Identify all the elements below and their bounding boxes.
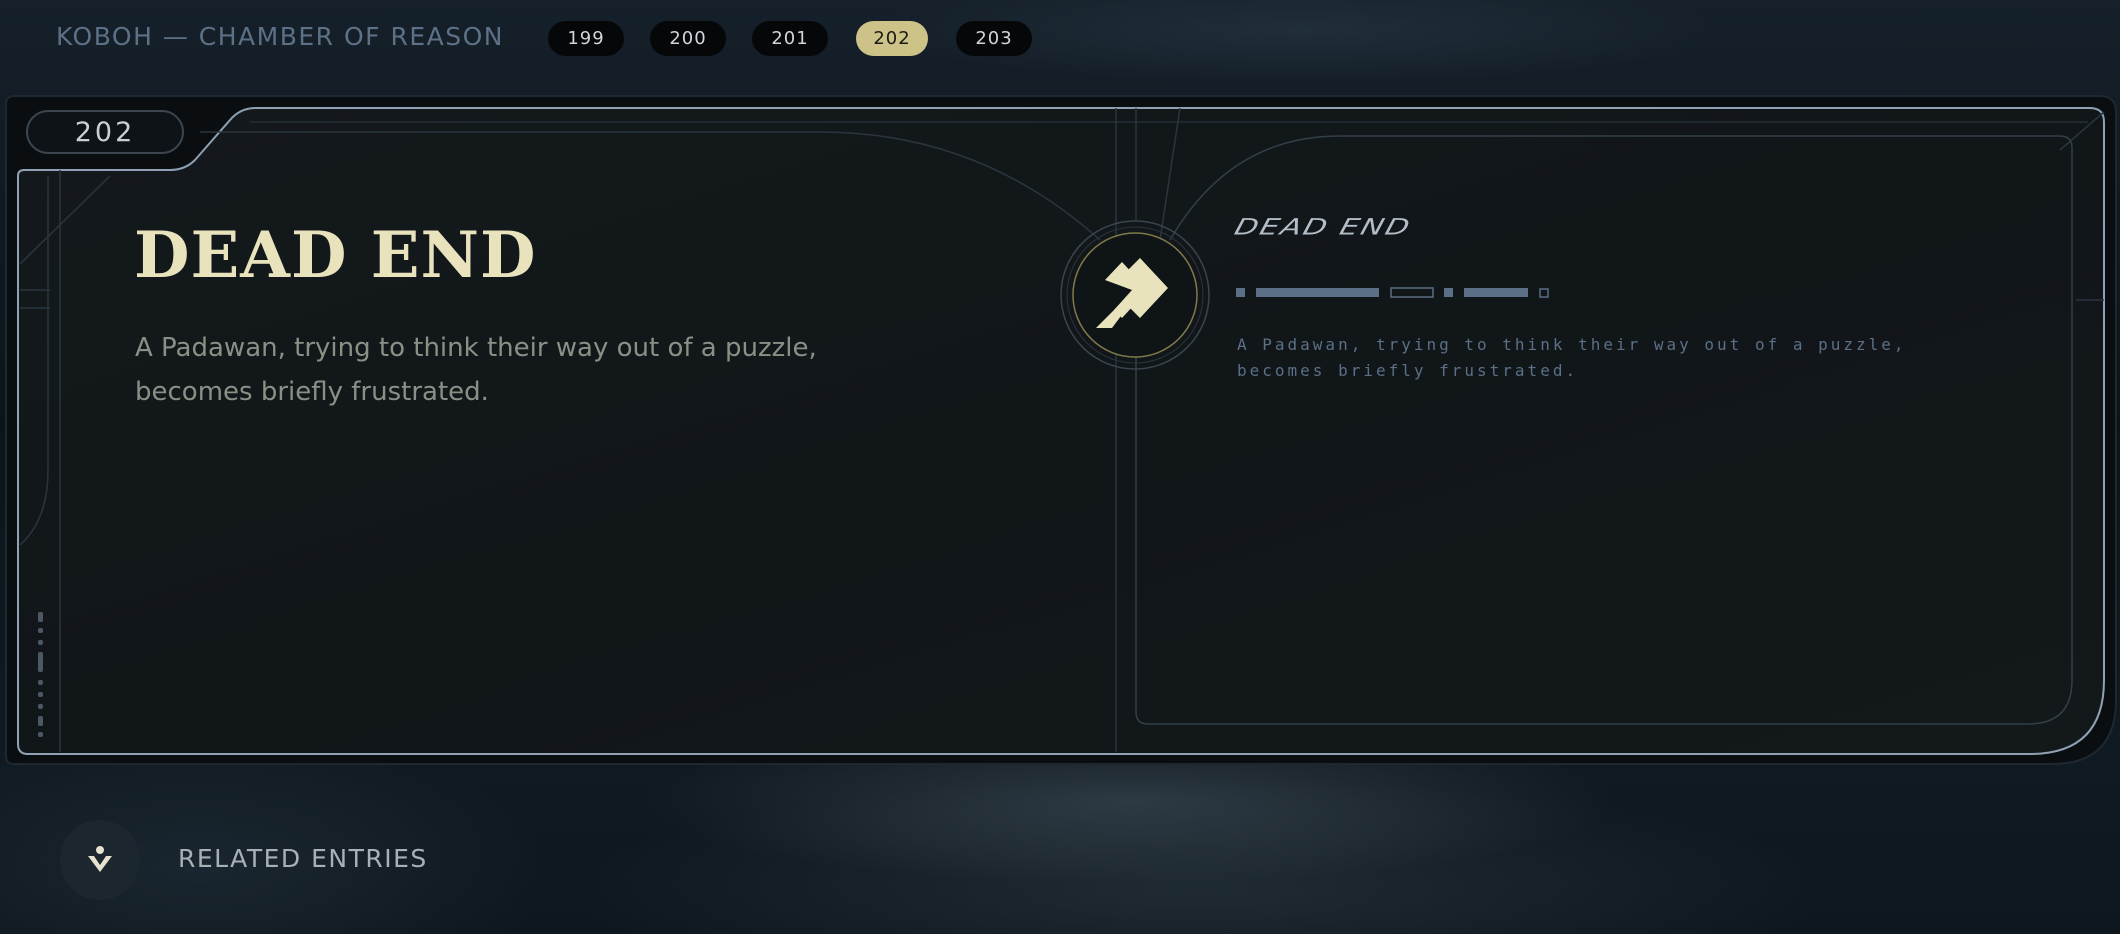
- entry-title: DEAD END: [134, 218, 537, 293]
- related-entries-label[interactable]: RELATED ENTRIES: [178, 844, 428, 873]
- aurebesh-title-text: DEAD END: [1231, 214, 1415, 241]
- aurebesh-description: A Padawan, trying to think their way out…: [1237, 335, 1907, 380]
- decorative-progress-bars: [1236, 287, 1549, 298]
- aurebesh-title: DEAD END: [1231, 210, 1414, 245]
- entry-number-badge: 202: [26, 110, 184, 154]
- entry-description: A Padawan, trying to think their way out…: [135, 333, 817, 407]
- related-entries-icon: [88, 846, 112, 872]
- related-entries-button[interactable]: [60, 820, 140, 900]
- databank-emblem-icon: [1060, 220, 1210, 370]
- entry-panel-frame: [5, 95, 2117, 765]
